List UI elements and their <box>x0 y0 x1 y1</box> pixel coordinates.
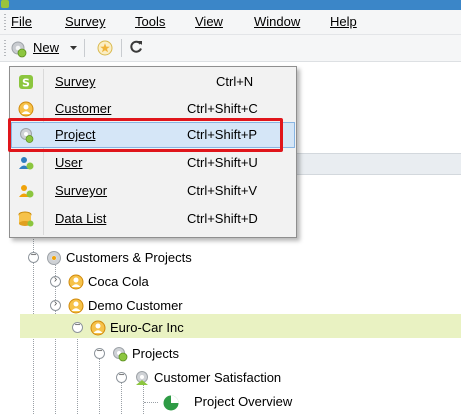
customer-icon <box>90 320 106 336</box>
star-icon[interactable] <box>97 40 113 56</box>
collapse-icon: − <box>96 346 103 357</box>
window-title-bar <box>0 0 461 10</box>
menu-item-shortcut: Ctrl+Shift+V <box>187 183 258 198</box>
menu-item-shortcut: Ctrl+N <box>216 74 254 89</box>
toolbar-grip[interactable] <box>4 40 6 56</box>
annotation-highlight <box>8 118 283 152</box>
menu-item-label: Surveyor <box>55 183 108 198</box>
tree-row-selected <box>20 314 461 338</box>
tree-toggle[interactable]: − <box>72 320 83 333</box>
customer-icon <box>68 298 84 314</box>
tree-toggle[interactable]: › <box>50 274 61 287</box>
collapse-icon: − <box>74 320 81 331</box>
expand-icon: › <box>53 274 58 285</box>
collapse-icon: − <box>118 370 125 381</box>
tree-toggle[interactable]: − <box>94 346 105 359</box>
tree-toggle[interactable]: − <box>28 250 39 263</box>
menu-item-label: Data List <box>55 211 107 226</box>
tree-guide <box>121 382 122 414</box>
data-list-icon <box>18 211 34 227</box>
expand-icon: › <box>53 298 58 309</box>
toolbar: New <box>0 35 461 62</box>
panel-header <box>295 153 461 175</box>
menu-window[interactable]: Window <box>254 14 300 29</box>
tree-label: Coca Cola <box>88 274 149 289</box>
menu-item-label: User <box>55 155 83 170</box>
menu-item-shortcut: Ctrl+Shift+U <box>187 155 258 170</box>
menu-item-label: Survey <box>55 74 96 89</box>
tree-label: Customer Satisfaction <box>154 370 282 385</box>
new-gear-icon <box>11 41 27 58</box>
tree-label: Demo Customer <box>88 298 183 313</box>
menu-item-shortcut: Ctrl+Shift+C <box>187 101 258 116</box>
menu-item-user[interactable]: User Ctrl+Shift+U <box>12 151 294 175</box>
tree-label: Euro-Car Inc <box>110 320 184 335</box>
chevron-down-icon[interactable] <box>69 45 78 51</box>
tree-toggle[interactable]: − <box>116 370 127 383</box>
menu-bar: File Survey Tools View Window Help <box>0 10 461 35</box>
refresh-icon[interactable] <box>128 39 144 55</box>
user-icon <box>19 157 34 170</box>
menu-help[interactable]: Help <box>330 14 357 29</box>
projects-icon <box>113 347 128 362</box>
app-icon <box>1 0 9 8</box>
tree-guide <box>77 334 78 414</box>
tree-connector <box>144 402 158 403</box>
menu-item-label: Customer <box>55 101 112 116</box>
toolbar-separator <box>84 39 85 57</box>
survey-icon: S <box>19 75 33 90</box>
tree-label: Customers & Projects <box>66 250 192 265</box>
menu-file[interactable]: File <box>11 14 32 29</box>
new-dropdown-menu: S Survey Ctrl+N Customer Ctrl+Shift+C Pr… <box>9 66 297 238</box>
collapse-icon: − <box>30 250 37 261</box>
tree-label: Projects <box>132 346 179 361</box>
menu-item-surveyor[interactable]: Surveyor Ctrl+Shift+V <box>12 179 294 203</box>
surveyor-icon <box>19 185 34 198</box>
menu-survey[interactable]: Survey <box>65 14 105 29</box>
menubar-grip[interactable] <box>4 14 6 30</box>
customer-icon <box>68 274 84 290</box>
tree-label: Project Overview <box>194 394 293 409</box>
new-button[interactable]: New <box>10 39 108 58</box>
customers-projects-icon <box>47 251 61 265</box>
svg-text:S: S <box>22 77 30 90</box>
tree-guide <box>143 382 144 414</box>
new-button-label: New <box>33 40 60 55</box>
menu-item-survey[interactable]: S Survey Ctrl+N <box>12 70 294 94</box>
project-overview-icon <box>163 395 179 411</box>
toolbar-separator-2 <box>121 39 122 57</box>
tree-guide <box>99 358 100 414</box>
menu-item-shortcut: Ctrl+Shift+D <box>187 211 258 226</box>
tree-toggle[interactable]: › <box>50 298 61 311</box>
menu-tools[interactable]: Tools <box>135 14 165 29</box>
project-icon <box>136 371 148 385</box>
menu-item-data-list[interactable]: Data List Ctrl+Shift+D <box>12 207 294 231</box>
menu-view[interactable]: View <box>195 14 223 29</box>
customer-icon <box>18 101 34 117</box>
